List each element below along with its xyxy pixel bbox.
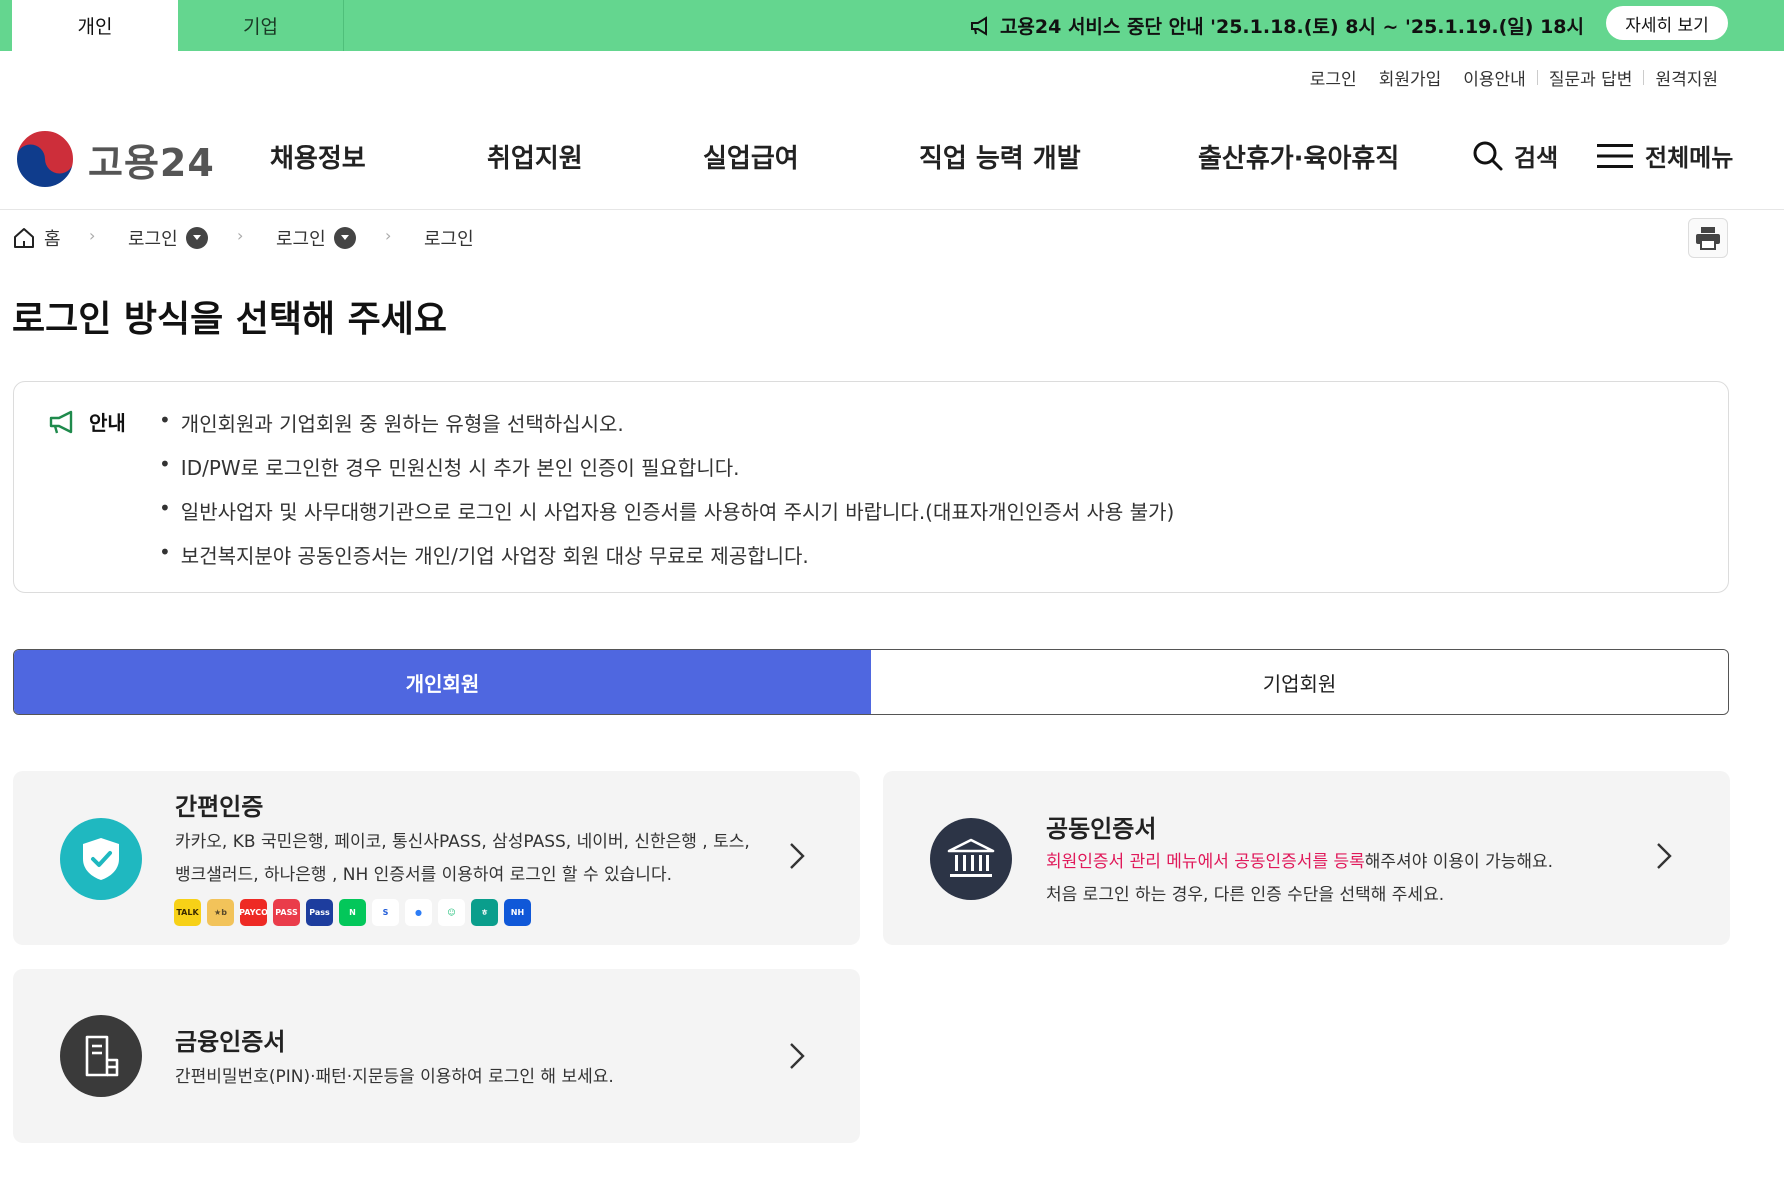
top-banner: 개인 기업 고용24 서비스 중단 안내 '25.1.18.(토) 8시 ~ '… — [0, 0, 1784, 51]
search-button[interactable]: 검색 — [1472, 138, 1558, 173]
info-item: 개인회원과 기업회원 중 원하는 유형을 선택하십시오. — [159, 408, 1174, 452]
print-button[interactable] — [1688, 218, 1728, 258]
logo-text: 고용24 — [88, 140, 215, 185]
card-title: 간편인증 — [175, 793, 264, 821]
util-signup-link[interactable]: 회원가입 — [1368, 65, 1453, 90]
all-menu-button[interactable]: 전체메뉴 — [1597, 138, 1733, 173]
card-desc-line: 카카오, KB 국민은행, 페이코, 통신사PASS, 삼성PASS, 네이버,… — [175, 832, 750, 852]
card-desc-line: 회원인증서 관리 메뉴에서 공동인증서를 등록해주셔야 이용이 가능해요. — [1046, 846, 1646, 879]
util-remote-link[interactable]: 원격지원 — [1644, 65, 1729, 90]
nav-employment-support[interactable]: 취업지원 — [487, 138, 583, 175]
chevron-right-icon — [782, 841, 812, 871]
tab-personal[interactable]: 개인 — [12, 0, 178, 51]
pass-logo-icon: PASS — [273, 899, 300, 926]
samsung-pass-logo-icon: Pass — [306, 899, 333, 926]
financial-certificate-card[interactable]: 금융인증서 간편비밀번호(PIN)·패턴·지문등을 이용하여 로그인 해 보세요… — [13, 969, 860, 1143]
info-heading: 안내 — [49, 407, 126, 436]
taegeuk-logo-icon — [15, 129, 75, 189]
info-item: 보건복지분야 공동인증서는 개인/기업 사업장 회원 대상 무료로 제공합니다. — [159, 540, 1174, 584]
highlight-text: 회원인증서 관리 메뉴에서 공동인증서를 등록 — [1046, 852, 1365, 872]
breadcrumb-item-3: 로그인 — [424, 225, 474, 251]
notice-detail-button[interactable]: 자세히 보기 — [1606, 6, 1728, 40]
tab-corporate[interactable]: 기업 — [178, 0, 344, 51]
card-title: 금융인증서 — [175, 1028, 286, 1056]
info-heading-label: 안내 — [89, 411, 126, 435]
breadcrumb-chevron-icon: › — [237, 226, 244, 245]
breadcrumb-item-2[interactable]: 로그인 — [276, 225, 356, 251]
nav-parental-leave[interactable]: 출산휴가·육아휴직 — [1198, 138, 1399, 175]
printer-icon — [1696, 227, 1720, 250]
megaphone-icon — [49, 410, 73, 433]
service-notice[interactable]: 고용24 서비스 중단 안내 '25.1.18.(토) 8시 ~ '25.1.1… — [970, 0, 1584, 51]
card-title: 공동인증서 — [1046, 815, 1157, 843]
home-icon — [14, 228, 34, 248]
search-icon — [1473, 141, 1503, 170]
hana-logo-icon: ㅎ — [471, 899, 498, 926]
util-guide-link[interactable]: 이용안내 — [1452, 65, 1537, 90]
naver-logo-icon: N — [339, 899, 366, 926]
breadcrumb-chevron-icon: › — [385, 226, 392, 245]
banksalad-logo-icon: ☺ — [438, 899, 465, 926]
page-title: 로그인 방식을 선택해 주세요 — [12, 299, 448, 340]
breadcrumb-label: 로그인 — [276, 229, 326, 250]
site-logo[interactable]: 고용24 — [14, 128, 215, 190]
breadcrumb-label: 로그인 — [424, 229, 474, 250]
search-label: 검색 — [1514, 144, 1559, 172]
toss-logo-icon: ● — [405, 899, 432, 926]
info-box: 안내 개인회원과 기업회원 중 원하는 유형을 선택하십시오. ID/PW로 로… — [13, 381, 1729, 593]
card-description: 카카오, KB 국민은행, 페이코, 통신사PASS, 삼성PASS, 네이버,… — [175, 826, 775, 892]
header-divider — [0, 209, 1784, 210]
card-desc-rest: 해주셔야 이용이 가능해요. — [1364, 852, 1554, 872]
chevron-down-icon[interactable] — [333, 227, 356, 249]
nh-logo-icon: NH — [504, 899, 531, 926]
shinhan-logo-icon: S — [372, 899, 399, 926]
card-desc-line: 처음 로그인 하는 경우, 다른 인증 수단을 선택해 주세요. — [1046, 885, 1445, 905]
nav-skill-development[interactable]: 직업 능력 개발 — [919, 138, 1081, 175]
breadcrumb-home-label: 홈 — [44, 229, 61, 250]
info-list: 개인회원과 기업회원 중 원하는 유형을 선택하십시오. ID/PW로 로그인한… — [159, 408, 1175, 584]
card-description: 회원인증서 관리 메뉴에서 공동인증서를 등록해주셔야 이용이 가능해요. 처음… — [1046, 846, 1646, 912]
hamburger-icon — [1597, 143, 1633, 168]
bank-building-icon — [930, 818, 1012, 900]
chevron-right-icon — [782, 1041, 812, 1071]
card-desc-line: 뱅크샐러드, 하나은행 , NH 인증서를 이용하여 로그인 할 수 있습니다. — [175, 865, 672, 885]
all-menu-label: 전체메뉴 — [1645, 144, 1734, 172]
util-login-link[interactable]: 로그인 — [1299, 65, 1368, 90]
member-type-tabs: 개인회원 기업회원 — [13, 649, 1729, 715]
shield-check-icon — [60, 818, 142, 900]
provider-badges: TALK ★b PAYCO PASS Pass N S ● ☺ ㅎ NH — [174, 899, 531, 926]
payco-logo-icon: PAYCO — [239, 899, 268, 926]
notice-text: 고용24 서비스 중단 안내 '25.1.18.(토) 8시 ~ '25.1.1… — [999, 16, 1584, 38]
nav-job-info[interactable]: 채용정보 — [270, 138, 366, 175]
joint-certificate-card[interactable]: 공동인증서 회원인증서 관리 메뉴에서 공동인증서를 등록해주셔야 이용이 가능… — [883, 771, 1730, 945]
breadcrumb-home[interactable]: 홈 — [12, 225, 61, 251]
tab-personal-member[interactable]: 개인회원 — [14, 650, 871, 714]
nav-unemployment-benefit[interactable]: 실업급여 — [703, 138, 799, 175]
chevron-down-icon[interactable] — [185, 227, 208, 249]
util-qna-link[interactable]: 질문과 답변 — [1538, 65, 1644, 90]
info-item: ID/PW로 로그인한 경우 민원신청 시 추가 본인 인증이 필요합니다. — [159, 452, 1174, 496]
megaphone-icon — [970, 15, 987, 36]
card-description: 간편비밀번호(PIN)·패턴·지문등을 이용하여 로그인 해 보세요. — [175, 1067, 614, 1087]
breadcrumb-chevron-icon: › — [89, 226, 96, 245]
breadcrumb-item-1[interactable]: 로그인 — [128, 225, 208, 251]
document-icon — [60, 1015, 142, 1097]
tab-corporate-member[interactable]: 기업회원 — [871, 650, 1728, 714]
kb-logo-icon: ★b — [207, 899, 234, 926]
kakao-logo-icon: TALK — [174, 899, 201, 926]
chevron-right-icon — [1649, 841, 1679, 871]
breadcrumb-label: 로그인 — [128, 229, 178, 250]
utility-links: 로그인 회원가입 이용안내 질문과 답변 원격지원 — [1299, 65, 1729, 90]
info-item: 일반사업자 및 사무대행기관으로 로그인 시 사업자용 인증서를 사용하여 주시… — [159, 496, 1175, 540]
